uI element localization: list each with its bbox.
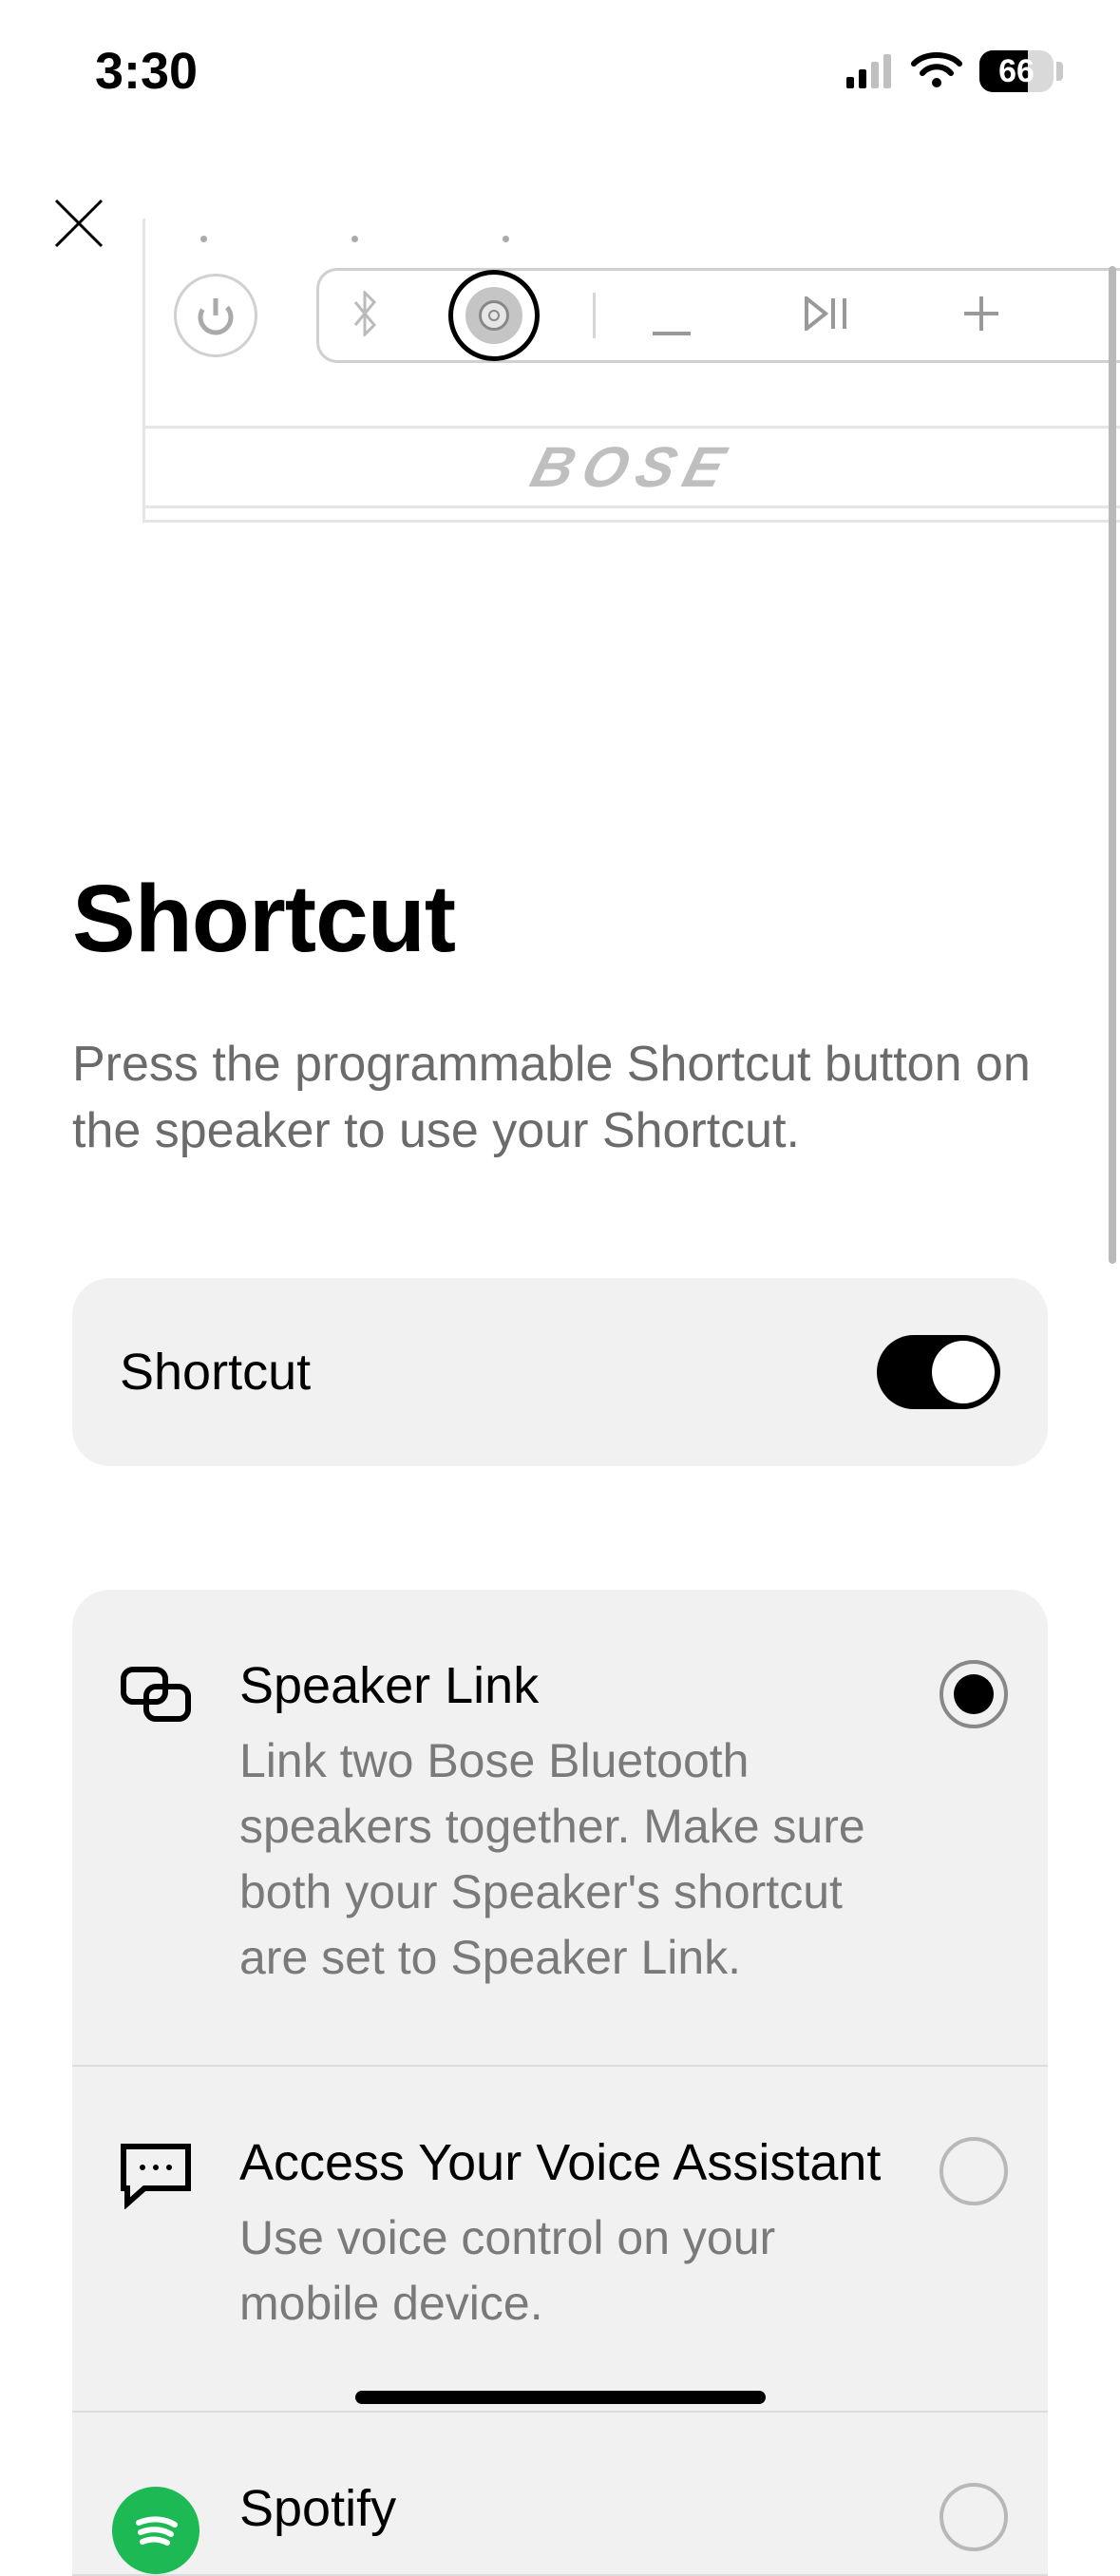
- option-title: Speaker Link: [239, 1656, 900, 1715]
- volume-down-icon: [653, 283, 691, 349]
- page-title: Shortcut: [72, 865, 1048, 974]
- wifi-icon: [911, 42, 962, 101]
- battery-icon: 66: [979, 50, 1063, 92]
- status-bar: 3:30 66: [0, 0, 1120, 114]
- radio-unselected[interactable]: [940, 2483, 1008, 2551]
- option-speaker-link[interactable]: Speaker Link Link two Bose Bluetooth spe…: [72, 1590, 1048, 2067]
- volume-up-icon: [964, 296, 998, 335]
- option-voice-assistant[interactable]: Access Your Voice Assistant Use voice co…: [72, 2067, 1048, 2413]
- radio-selected[interactable]: [940, 1660, 1008, 1728]
- bluetooth-icon: [348, 291, 382, 341]
- brand-logo: BOSE: [524, 434, 742, 500]
- option-title: Access Your Voice Assistant: [239, 2133, 900, 2192]
- shortcut-toggle[interactable]: [877, 1335, 1000, 1409]
- page-subtitle: Press the programmable Shortcut button o…: [72, 1031, 1048, 1164]
- chat-icon: [112, 2133, 199, 2209]
- status-time: 3:30: [95, 42, 198, 101]
- link-icon: [112, 1656, 199, 1725]
- spotify-icon: [112, 2479, 199, 2574]
- status-icons: 66: [846, 42, 1063, 101]
- option-title: Spotify: [239, 2479, 900, 2538]
- option-desc: Use voice control on your mobile device.: [239, 2205, 900, 2337]
- home-indicator[interactable]: [355, 2391, 766, 2404]
- power-icon: [174, 274, 257, 357]
- shortcut-toggle-card: Shortcut: [72, 1278, 1048, 1466]
- product-illustration: BOSE: [0, 219, 1120, 561]
- shortcut-options-list: Speaker Link Link two Bose Bluetooth spe…: [72, 1590, 1048, 2576]
- toggle-label: Shortcut: [120, 1343, 311, 1402]
- scrollbar[interactable]: [1109, 266, 1116, 1264]
- battery-pct: 66: [979, 50, 1054, 92]
- cellular-icon: [846, 54, 894, 88]
- play-pause-icon: [805, 296, 850, 335]
- option-spotify[interactable]: Spotify: [72, 2413, 1048, 2576]
- shortcut-button-highlight-icon: [448, 270, 540, 361]
- radio-unselected[interactable]: [940, 2137, 1008, 2205]
- option-desc: Link two Bose Bluetooth speakers togethe…: [239, 1728, 900, 1991]
